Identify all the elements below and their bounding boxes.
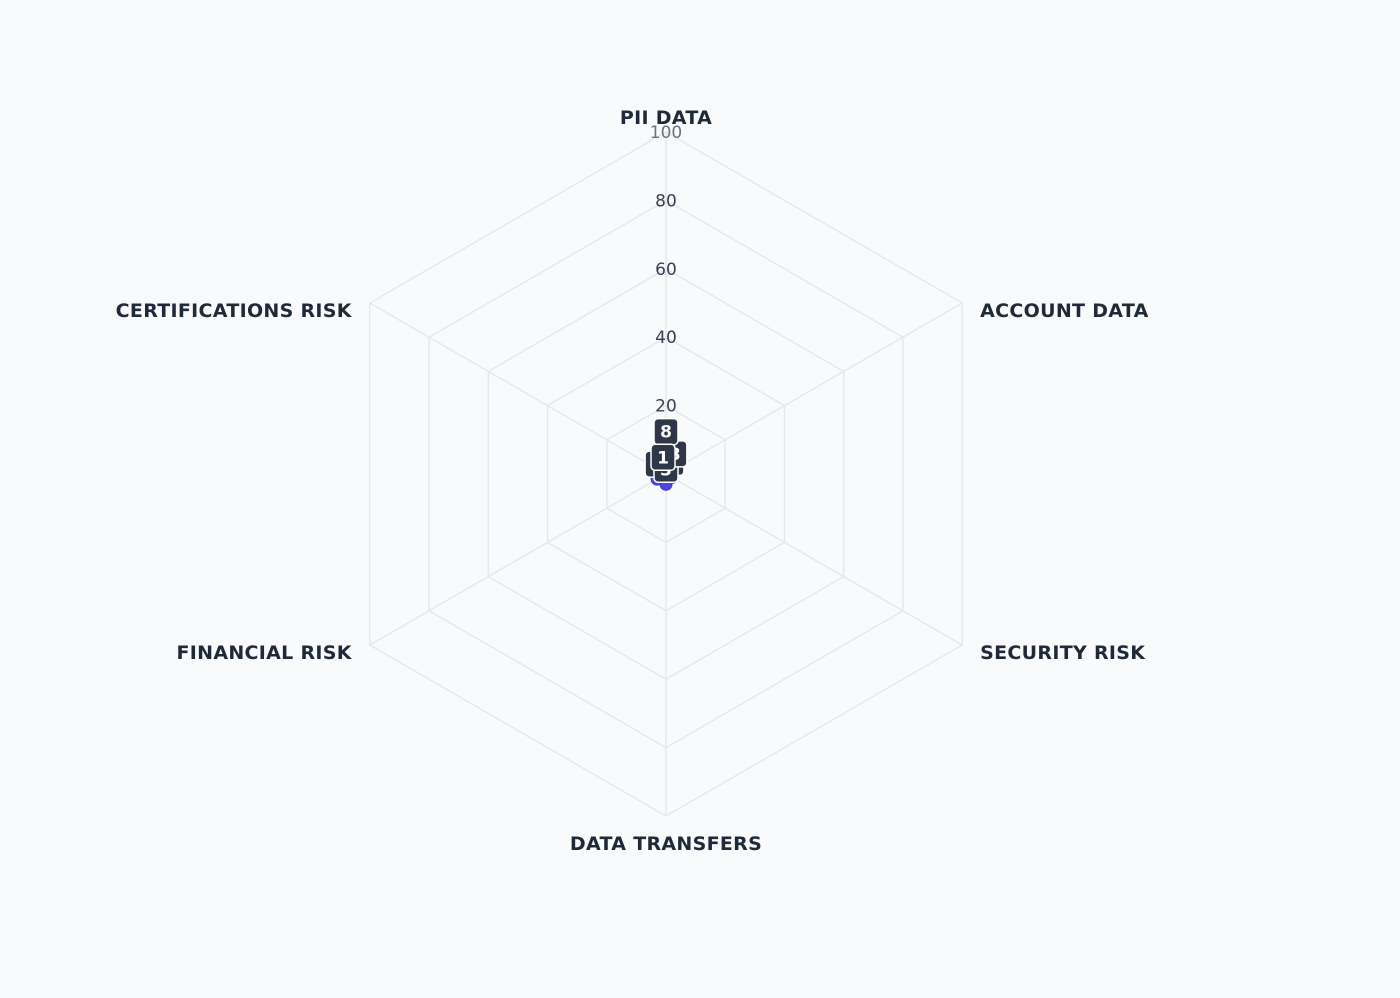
axis-label: PII DATA [620, 107, 712, 129]
data-label-text: 8 [660, 423, 672, 443]
data-label-group: 233381 [644, 417, 688, 484]
tick-label: 40 [655, 328, 677, 348]
radar-chart: 233381 20406080100 PII DATAACCOUNT DATAS… [116, 107, 1149, 855]
axis-label: CERTIFICATIONS RISK [116, 300, 353, 322]
axis-label: SECURITY RISK [980, 642, 1146, 664]
axis-spoke [665, 302, 963, 475]
tick-label: 80 [655, 191, 677, 211]
axis-label: ACCOUNT DATA [980, 300, 1148, 322]
axis-spoke [369, 302, 667, 475]
axis-spoke [369, 473, 667, 646]
axis-label: DATA TRANSFERS [570, 833, 762, 855]
data-label-text: 1 [657, 448, 669, 468]
data-label: 8 [653, 417, 679, 446]
tick-label: 60 [655, 260, 677, 280]
axis-label: FINANCIAL RISK [177, 642, 353, 664]
axis-spoke [665, 473, 963, 646]
data-label: 1 [650, 443, 676, 472]
tick-label: 20 [655, 397, 677, 417]
